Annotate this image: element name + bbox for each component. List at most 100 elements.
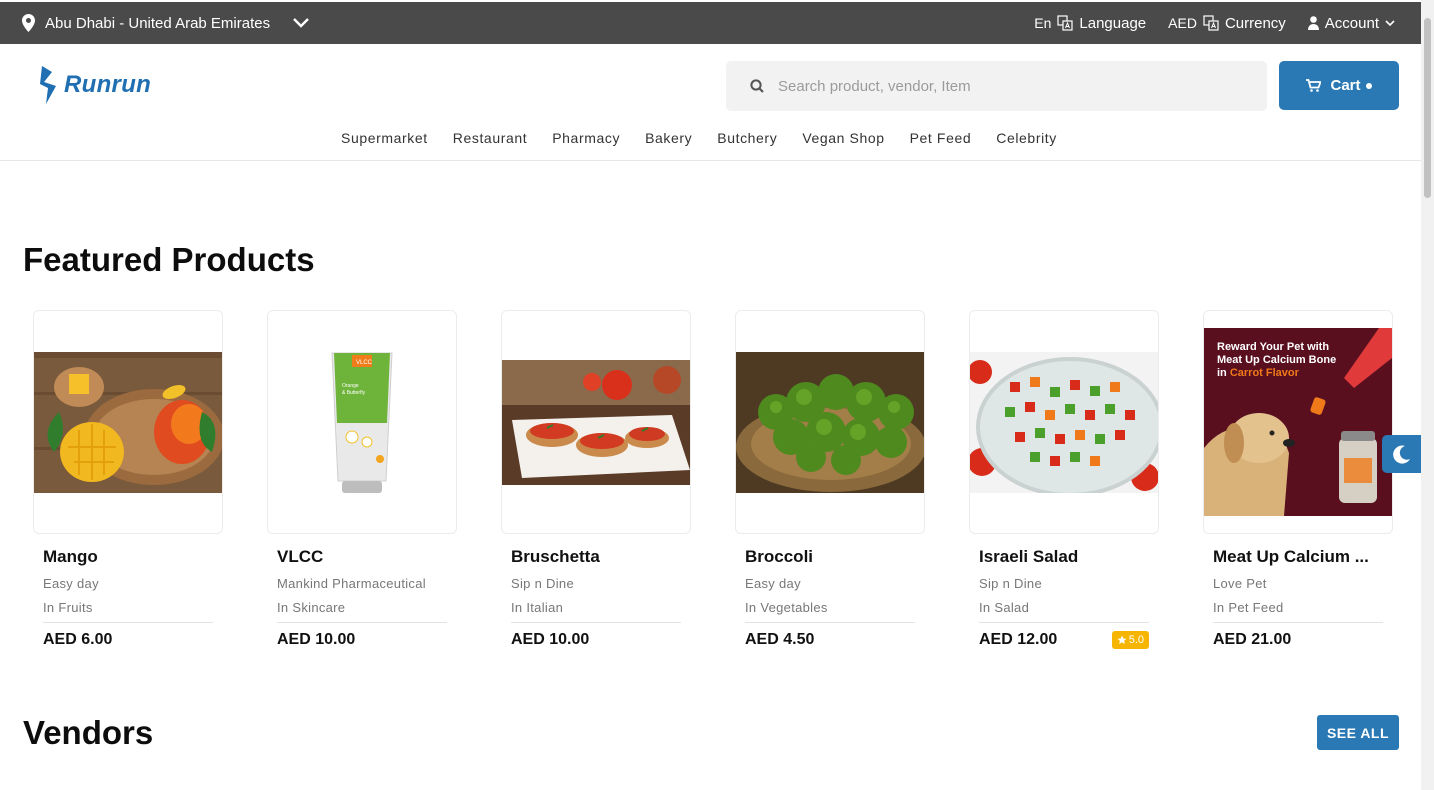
product-card[interactable]: Mango Easy day In Fruits AED 6.00 <box>33 310 223 649</box>
nav-item-supermarket[interactable]: Supermarket <box>341 130 428 146</box>
chevron-down-icon <box>1385 20 1395 27</box>
nav-item-restaurant[interactable]: Restaurant <box>453 130 527 146</box>
rating-badge: 5.0 <box>1111 631 1149 649</box>
divider <box>43 622 213 623</box>
account-menu[interactable]: Account <box>1307 14 1395 32</box>
language-code: En <box>1034 15 1052 31</box>
product-price: AED 21.00 <box>1213 631 1292 648</box>
logo-text: Runrun <box>64 71 152 98</box>
cart-label: Cart <box>1330 77 1361 94</box>
location-text: Abu Dhabi - United Arab Emirates <box>45 14 271 32</box>
product-price: AED 6.00 <box>43 631 113 648</box>
product-name[interactable]: Bruschetta <box>501 547 691 567</box>
product-category: In Salad <box>979 600 1030 615</box>
location-selector[interactable]: Abu Dhabi - United Arab Emirates <box>22 14 310 32</box>
svg-text:VLCC: VLCC <box>356 360 373 366</box>
product-card[interactable]: Israeli Salad Sip n Dine In Salad AED 12… <box>969 310 1159 649</box>
pet-banner-line2: Meat Up Calcium Bone <box>1217 354 1336 366</box>
product-image[interactable] <box>501 310 691 534</box>
user-icon <box>1307 16 1319 30</box>
product-vendor: Love Pet <box>1213 576 1267 591</box>
bruschetta-image <box>502 359 690 485</box>
cart-button[interactable]: Cart <box>1279 61 1399 110</box>
product-category: In Skincare <box>277 600 346 615</box>
product-name[interactable]: Mango <box>33 547 223 567</box>
scrollbar-thumb[interactable] <box>1424 18 1431 198</box>
dark-mode-toggle[interactable] <box>1382 435 1422 473</box>
top-bar: Abu Dhabi - United Arab Emirates En Lang… <box>0 2 1421 44</box>
pet-banner-line3-highlight: Carrot Flavor <box>1230 367 1300 379</box>
product-card[interactable]: Bruschetta Sip n Dine In Italian AED 10.… <box>501 310 691 649</box>
pet-banner-line3-prefix: in <box>1217 367 1230 379</box>
broccoli-image <box>736 351 924 493</box>
product-category: In Pet Feed <box>1213 600 1284 615</box>
product-price: AED 10.00 <box>511 631 590 648</box>
cart-icon <box>1306 79 1322 92</box>
vlcc-tube-image: VLCC Orange & Butterfly <box>331 352 393 493</box>
language-selector[interactable]: En Language <box>1034 15 1146 32</box>
product-price: AED 12.00 <box>979 631 1058 648</box>
product-card[interactable]: Broccoli Easy day In Vegetables AED 4.50 <box>735 310 925 649</box>
rating-value: 5.0 <box>1128 634 1144 646</box>
product-card[interactable]: Reward Your Pet with Meat Up Calcium Bon… <box>1203 310 1393 649</box>
product-name[interactable]: Broccoli <box>735 547 925 567</box>
category-nav: Supermarket Restaurant Pharmacy Bakery B… <box>341 130 1057 146</box>
map-pin-icon <box>22 14 35 32</box>
currency-code: AED <box>1168 15 1197 31</box>
cart-indicator-dot <box>1365 82 1372 89</box>
product-vendor: Sip n Dine <box>979 576 1042 591</box>
site-header: Runrun Cart Supermarket Restaurant Pharm… <box>0 44 1421 161</box>
product-category: In Fruits <box>43 600 93 615</box>
divider <box>979 622 1149 623</box>
product-vendor: Easy day <box>745 576 801 591</box>
featured-products-title: Featured Products <box>23 241 315 278</box>
product-name[interactable]: VLCC <box>267 547 457 567</box>
israeli-salad-image <box>970 351 1158 493</box>
translate-icon <box>1057 15 1073 31</box>
divider <box>745 622 915 623</box>
svg-text:Orange: Orange <box>342 383 359 389</box>
product-image[interactable]: VLCC Orange & Butterfly <box>267 310 457 534</box>
product-price: AED 10.00 <box>277 631 356 648</box>
nav-item-pet-feed[interactable]: Pet Feed <box>910 130 972 146</box>
mango-image <box>34 351 222 493</box>
divider <box>511 622 681 623</box>
product-category: In Vegetables <box>745 600 828 615</box>
svg-text:& Butterfly: & Butterfly <box>342 390 366 396</box>
language-label: Language <box>1079 14 1147 32</box>
product-image[interactable] <box>735 310 925 534</box>
pet-banner-line1: Reward Your Pet with <box>1217 341 1329 353</box>
star-icon <box>1117 635 1127 644</box>
pet-treat-banner-image: Reward Your Pet with Meat Up Calcium Bon… <box>1204 328 1392 516</box>
search-bar[interactable] <box>726 61 1267 111</box>
product-price: AED 4.50 <box>745 631 815 648</box>
product-card[interactable]: VLCC Orange & Butterfly VLCC Mankind Pha… <box>267 310 457 649</box>
currency-selector[interactable]: AED Currency <box>1168 15 1286 32</box>
divider <box>277 622 447 623</box>
account-label: Account <box>1324 14 1379 32</box>
product-vendor: Mankind Pharmaceutical <box>277 576 426 591</box>
product-image[interactable] <box>969 310 1159 534</box>
product-vendor: Easy day <box>43 576 99 591</box>
see-all-button[interactable]: SEE ALL <box>1317 715 1399 750</box>
chevron-down-icon <box>293 18 309 28</box>
divider <box>1213 622 1383 623</box>
nav-item-pharmacy[interactable]: Pharmacy <box>552 130 620 146</box>
search-input[interactable] <box>778 77 1238 95</box>
product-image[interactable] <box>33 310 223 534</box>
featured-products-list: Mango Easy day In Fruits AED 6.00 VLCC O… <box>33 310 1393 649</box>
page-scrollbar[interactable] <box>1421 0 1434 790</box>
product-vendor: Sip n Dine <box>511 576 574 591</box>
nav-item-celebrity[interactable]: Celebrity <box>996 130 1057 146</box>
moon-icon <box>1393 445 1410 464</box>
product-image[interactable]: Reward Your Pet with Meat Up Calcium Bon… <box>1203 310 1393 534</box>
logo-mark-icon <box>40 66 56 104</box>
product-name[interactable]: Israeli Salad <box>969 547 1159 567</box>
logo[interactable]: Runrun <box>38 64 151 106</box>
search-icon <box>750 79 764 93</box>
nav-item-bakery[interactable]: Bakery <box>645 130 692 146</box>
nav-item-vegan-shop[interactable]: Vegan Shop <box>802 130 884 146</box>
nav-item-butchery[interactable]: Butchery <box>717 130 777 146</box>
vendors-title: Vendors <box>23 714 154 751</box>
product-name[interactable]: Meat Up Calcium ... <box>1203 547 1393 567</box>
